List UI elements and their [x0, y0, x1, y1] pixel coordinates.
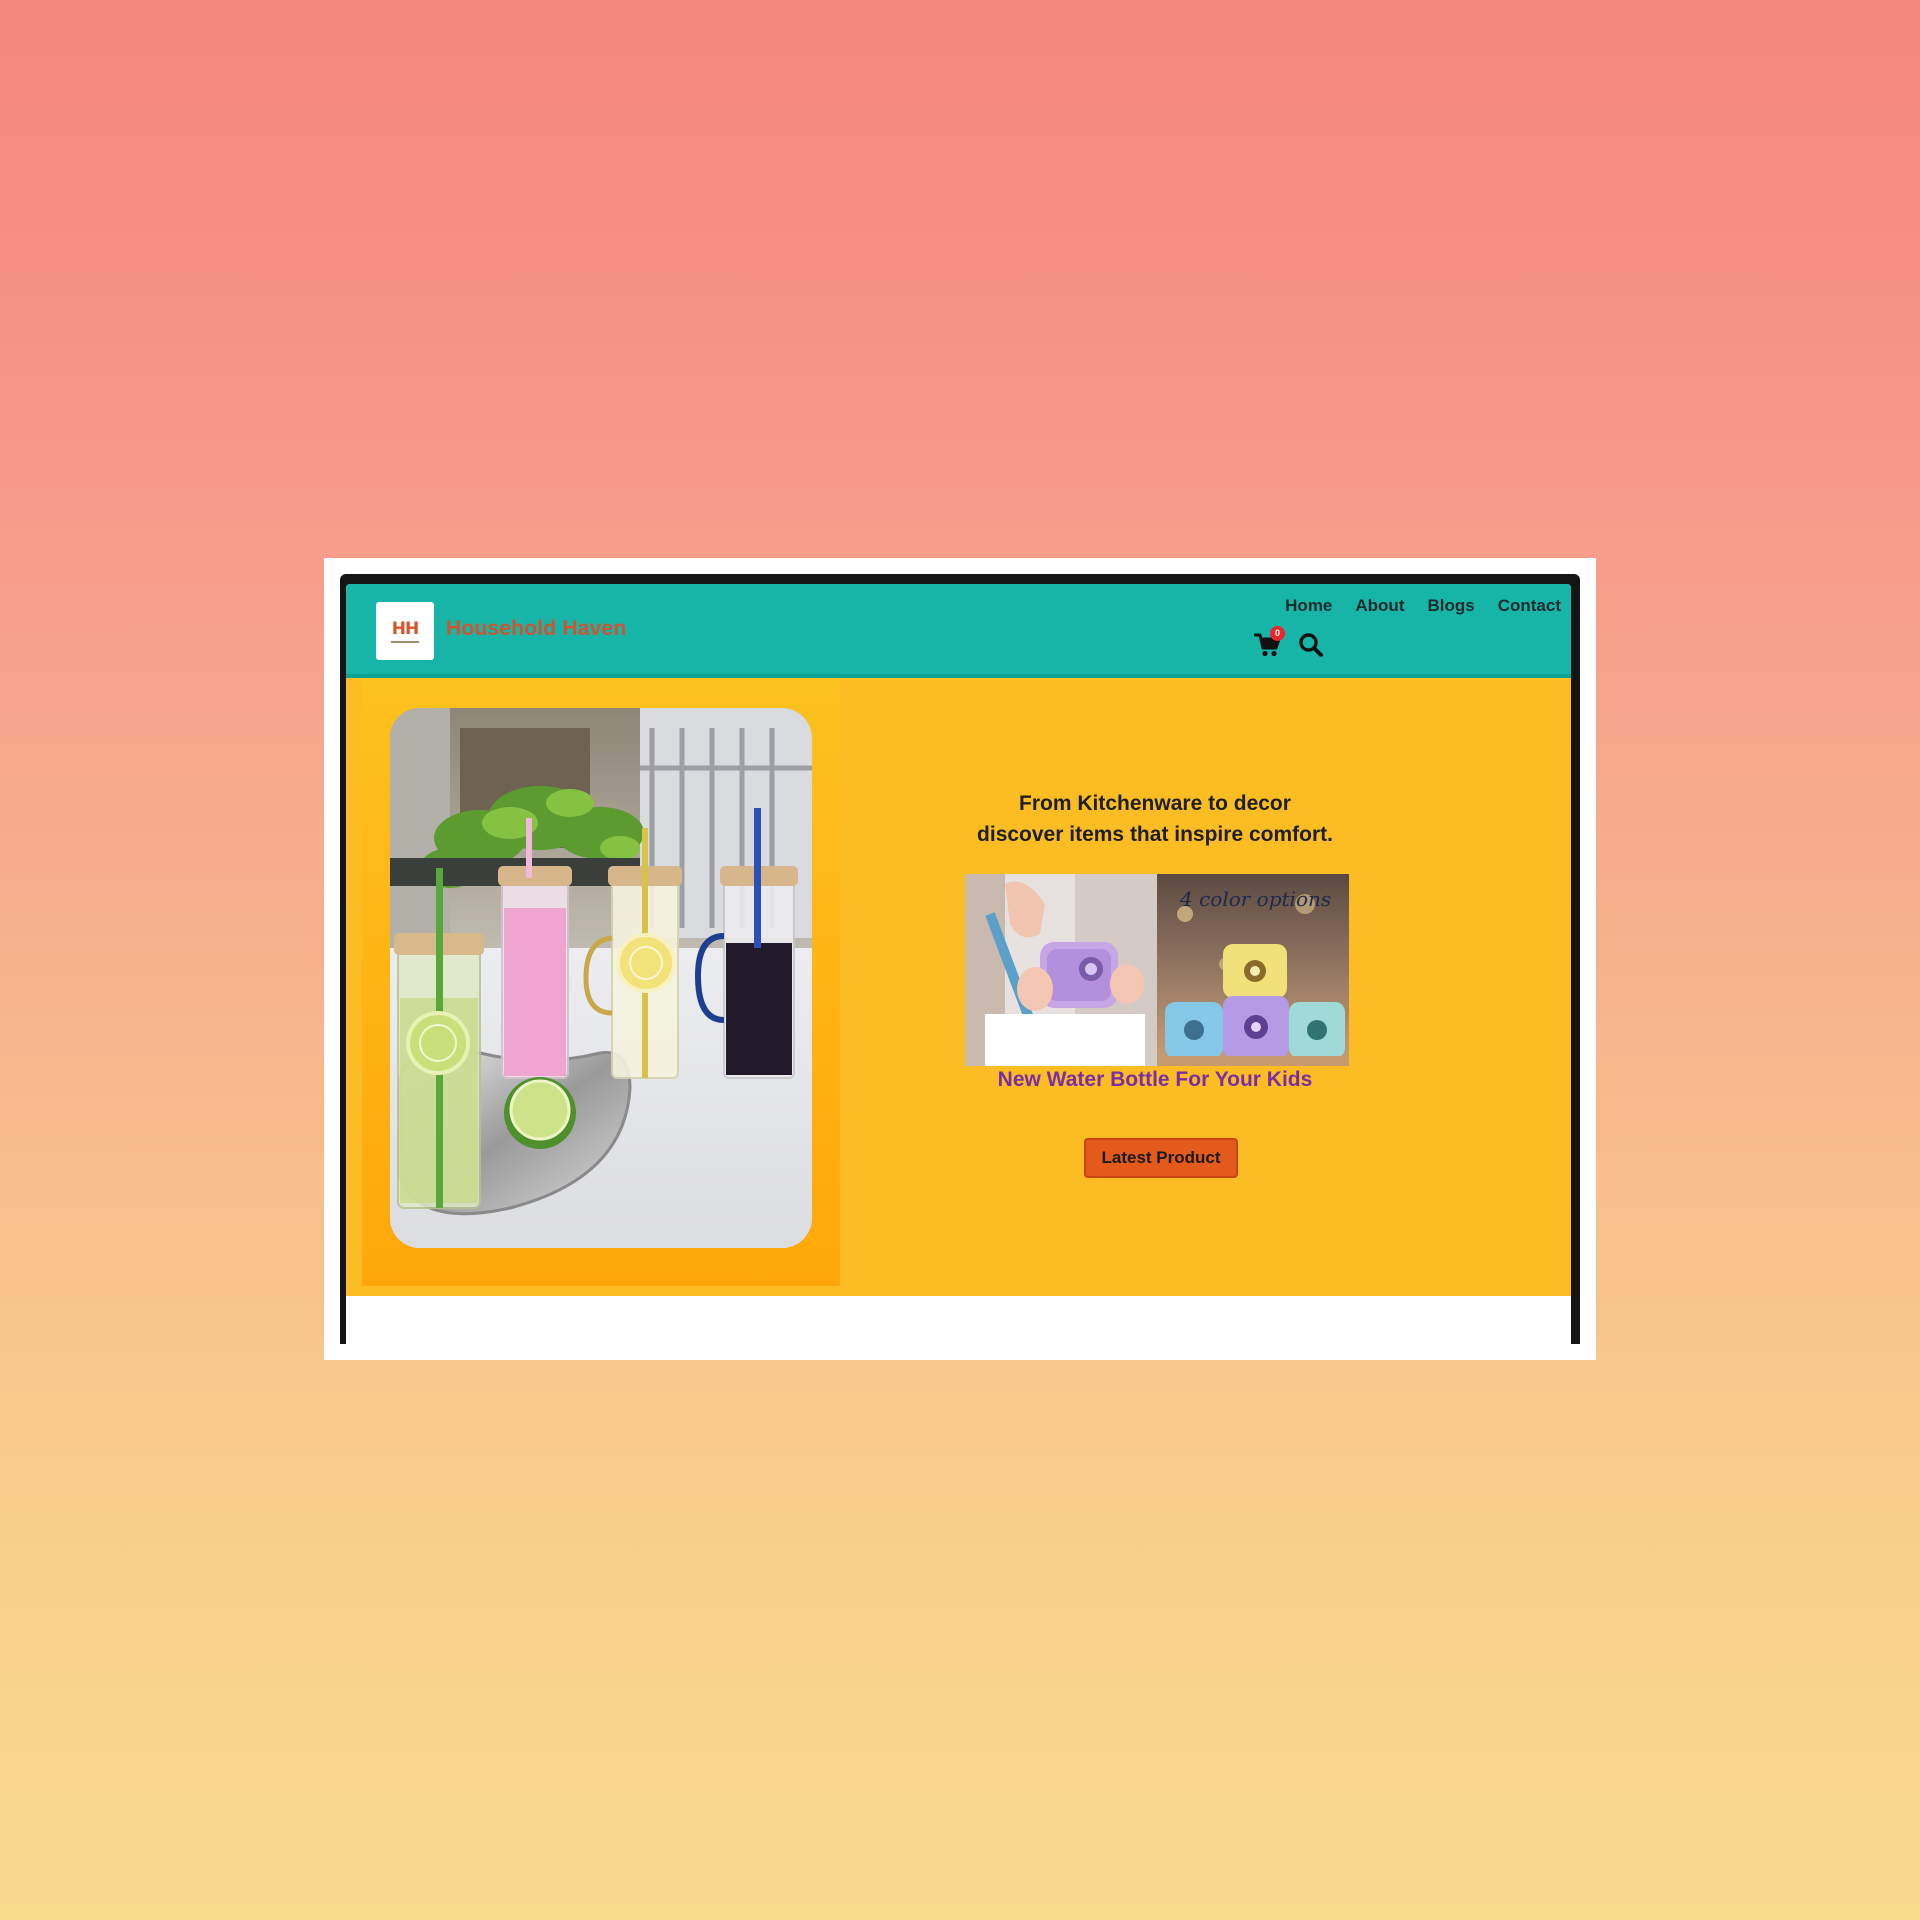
- screenshot-frame: HH Household Haven Home About Blogs Cont…: [324, 558, 1596, 1360]
- cart-button[interactable]: 0: [1253, 626, 1285, 658]
- search-icon: [1299, 633, 1323, 657]
- brand-logo[interactable]: HH: [376, 602, 434, 660]
- site-header: HH Household Haven Home About Blogs Cont…: [346, 584, 1571, 678]
- tagline-line-1: From Kitchenware to decor: [1019, 792, 1291, 815]
- cart-count-badge: 0: [1270, 626, 1285, 641]
- tagline-line-2: discover items that inspire comfort.: [977, 823, 1333, 846]
- product-overlay-text: 4 color options: [1179, 887, 1331, 911]
- hero-tagline: From Kitchenware to decor discover items…: [840, 788, 1470, 850]
- hero-section: From Kitchenware to decor discover items…: [346, 678, 1571, 1296]
- logo-underline: [391, 640, 419, 643]
- nav-home[interactable]: Home: [1285, 596, 1332, 616]
- latest-product-button[interactable]: Latest Product: [1084, 1138, 1238, 1178]
- hero-content: From Kitchenware to decor discover items…: [840, 678, 1571, 1296]
- hero-image-panel: [362, 678, 840, 1286]
- brand-name[interactable]: Household Haven: [446, 617, 626, 641]
- glass-bottles-illustration: [390, 708, 812, 1248]
- page-below-fold: [346, 1296, 1571, 1344]
- kids-bottle-illustration: 4 color options: [965, 874, 1349, 1066]
- product-caption-link[interactable]: New Water Bottle For Your Kids: [840, 1068, 1470, 1092]
- nav-blogs[interactable]: Blogs: [1427, 596, 1474, 616]
- glass-bottles-photo: [390, 708, 812, 1248]
- device-bezel: HH Household Haven Home About Blogs Cont…: [340, 574, 1580, 1344]
- main-nav: Home About Blogs Contact: [1285, 596, 1561, 616]
- website-screen: HH Household Haven Home About Blogs Cont…: [346, 584, 1571, 1344]
- search-button[interactable]: [1298, 632, 1324, 658]
- kids-bottle-product-image[interactable]: 4 color options: [965, 874, 1349, 1066]
- logo-mark: HH: [391, 618, 419, 639]
- nav-about[interactable]: About: [1355, 596, 1404, 616]
- nav-contact[interactable]: Contact: [1498, 596, 1561, 616]
